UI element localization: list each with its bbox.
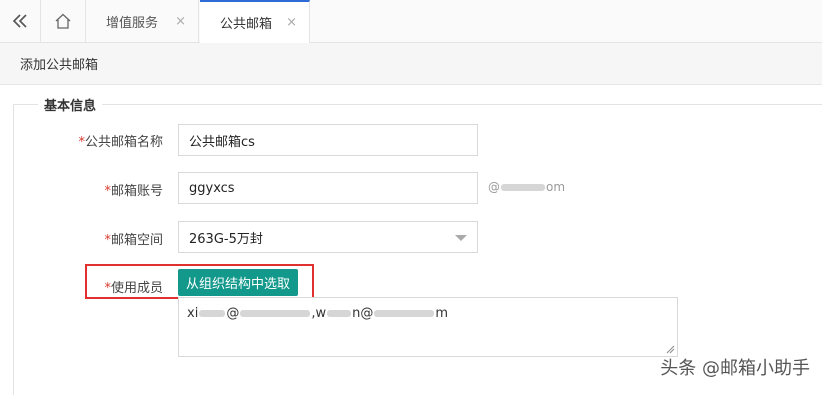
select-from-org-button[interactable]: 从组织结构中选取 [178, 269, 299, 296]
mailbox-account-input[interactable]: ggyxcs [178, 172, 478, 204]
mailbox-name-input[interactable]: 公共邮箱cs [178, 124, 478, 156]
close-icon[interactable]: × [286, 15, 297, 30]
account-label: *邮箱账号 [104, 184, 163, 199]
redacted-mask [199, 310, 226, 317]
mailbox-space-select[interactable]: 263G-5万封 [178, 221, 478, 253]
resize-handle-icon[interactable] [665, 344, 675, 354]
name-label: *公共邮箱名称 [78, 135, 163, 150]
members-textarea[interactable]: xi @ ,w n@ m [178, 297, 678, 357]
tab-public-mailbox[interactable]: 公共邮箱 × [200, 0, 310, 43]
section-title: 基本信息 [38, 95, 103, 114]
dropdown-arrow-icon [455, 235, 467, 241]
redacted-mask [327, 310, 352, 317]
collapse-button[interactable] [0, 0, 41, 42]
home-icon [55, 13, 71, 29]
watermark: 头条 @邮箱小助手 [660, 358, 810, 379]
redacted-mask [501, 184, 545, 191]
close-icon[interactable]: × [175, 14, 186, 29]
tab-label: 公共邮箱 [220, 17, 273, 32]
members-label: *使用成员 [104, 281, 163, 296]
mail-domain: @ om [488, 180, 566, 194]
tab-label: 增值服务 [106, 15, 159, 31]
redacted-mask [374, 310, 435, 317]
tab-bar: 增值服务 × 公共邮箱 × [0, 0, 822, 43]
tab-value-added-services[interactable]: 增值服务 × [86, 0, 199, 42]
double-chevron-left-icon [12, 14, 27, 28]
page-title: 添加公共邮箱 [0, 43, 822, 85]
home-button[interactable] [41, 0, 86, 42]
space-label: *邮箱空间 [104, 233, 163, 248]
redacted-mask [240, 310, 311, 317]
